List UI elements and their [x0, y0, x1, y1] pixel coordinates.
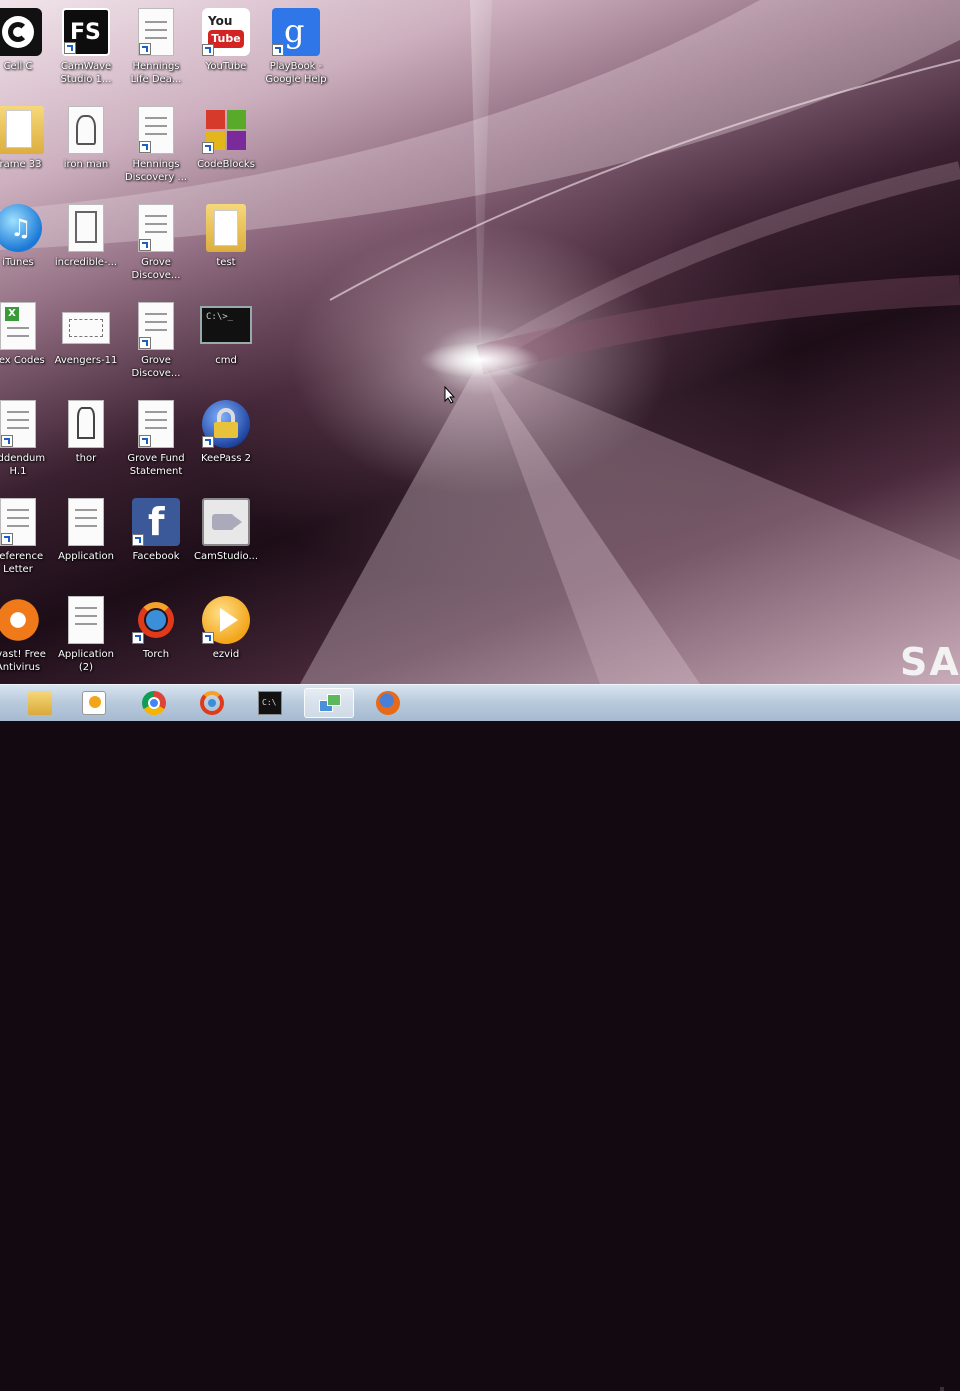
codeblocks-icon [202, 106, 250, 154]
shortcut-arrow-icon [139, 239, 151, 251]
desktop-icon-test[interactable]: test [190, 200, 262, 292]
icon-label: PlayBook - Google Help [265, 61, 327, 85]
document-icon [138, 106, 174, 154]
shortcut-arrow-icon [202, 436, 214, 448]
chrome-icon [142, 691, 166, 715]
shortcut-arrow-icon [202, 632, 214, 644]
desktop-icon-youtube[interactable]: You Tube YouTube [190, 4, 262, 96]
desktop-icon-application-2[interactable]: Application (2) [50, 592, 122, 684]
taskbar-torch[interactable] [188, 688, 238, 718]
desktop-icon-application[interactable]: Application [50, 494, 122, 586]
desktop-icon-hennings-discovery[interactable]: Hennings Discovery ... [120, 102, 192, 194]
document-icon [0, 498, 36, 546]
document-icon [138, 204, 174, 252]
desktop-icon-ezvid[interactable]: ezvid [190, 592, 262, 684]
desktop-icon-thor[interactable]: thor [50, 396, 122, 488]
youtube-icon: You Tube [202, 8, 250, 56]
shortcut-arrow-icon [1, 435, 13, 447]
camwave-studio-icon: FS [62, 8, 110, 56]
shortcut-arrow-icon [202, 44, 214, 56]
firefox-icon [376, 691, 400, 715]
desktop-icon-avengers-11[interactable]: Avengers-11 [50, 298, 122, 390]
image-file-icon [62, 312, 110, 344]
desktop-icon-hennings-life[interactable]: Hennings Life Dea... [120, 4, 192, 96]
shortcut-arrow-icon [202, 142, 214, 154]
folder-icon [206, 204, 246, 252]
shortcut-arrow-icon [139, 141, 151, 153]
shortcut-arrow-icon [139, 337, 151, 349]
itunes-icon: ♫ [0, 204, 42, 252]
desktop-icon-camwave-studio[interactable]: FS CamWave Studio 1... [50, 4, 122, 96]
icon-label: ezvid [212, 649, 240, 660]
icon-label: CodeBlocks [197, 159, 255, 170]
image-file-icon [68, 400, 104, 448]
desktop-icon-reference-letter[interactable]: Reference Letter [0, 494, 54, 586]
desktop-icon-playbook-google[interactable]: g PlayBook - Google Help [260, 4, 332, 96]
document-icon [138, 302, 174, 350]
desktop-icon-facebook[interactable]: f Facebook [120, 494, 192, 586]
image-file-icon [68, 106, 104, 154]
avast-icon [0, 596, 42, 644]
icon-label: cmd [215, 355, 237, 366]
desktop-icon-incredible[interactable]: incredible-... [50, 200, 122, 292]
taskbar-file-explorer[interactable] [16, 688, 66, 718]
spreadsheet-icon: X [0, 302, 36, 350]
shortcut-arrow-icon [132, 534, 144, 546]
desktop-icon-iron-man[interactable]: iron man [50, 102, 122, 194]
document-icon [138, 8, 174, 56]
desktop-icon-keepass[interactable]: KeePass 2 [190, 396, 262, 488]
facebook-icon: f [132, 498, 180, 546]
desktop-icon-codeblocks[interactable]: CodeBlocks [190, 102, 262, 194]
cell-c-icon [0, 8, 42, 56]
desktop-icon-torch[interactable]: Torch [120, 592, 192, 684]
document-icon [68, 596, 104, 644]
brand-watermark: SAM [900, 640, 960, 684]
taskbar-network-connection[interactable] [304, 688, 354, 718]
desktop-icon-frame-33[interactable]: Frame 33 [0, 102, 54, 194]
desktop-icon-grove-discovery-2[interactable]: Grove Discove... [120, 298, 192, 390]
taskbar-command-prompt[interactable]: C:\ [246, 688, 296, 718]
camstudio-icon [202, 498, 250, 546]
shortcut-arrow-icon [139, 435, 151, 447]
command-prompt-icon: C:\ [258, 691, 282, 715]
ezvid-icon [202, 596, 250, 644]
shortcut-arrow-icon [64, 42, 76, 54]
shortcut-arrow-icon [272, 44, 284, 56]
desktop-icon-cmd[interactable]: C:\>_ cmd [190, 298, 262, 390]
network-icon [317, 692, 341, 716]
taskbar-chrome[interactable] [130, 688, 180, 718]
shortcut-arrow-icon [132, 632, 144, 644]
desktop-icon-grove-discovery-1[interactable]: Grove Discove... [120, 200, 192, 292]
google-icon: g [272, 8, 320, 56]
image-file-icon [68, 204, 104, 252]
document-icon [138, 400, 174, 448]
torch-browser-icon [132, 596, 180, 644]
folder-icon [0, 106, 44, 154]
desktop-icon-itunes[interactable]: ♫ iTunes [0, 200, 54, 292]
keepass-lock-icon [202, 400, 250, 448]
desktop-icon-hex-codes[interactable]: X Hex Codes [0, 298, 54, 390]
shortcut-arrow-icon [1, 533, 13, 545]
media-player-icon [82, 691, 106, 715]
desktop-wallpaper[interactable]: Cell C FS CamWave Studio 1... Hennings L… [0, 0, 960, 684]
folder-icon [28, 691, 52, 715]
shortcut-arrow-icon [139, 43, 151, 55]
taskbar-firefox[interactable] [364, 688, 414, 718]
torch-browser-icon [200, 691, 224, 715]
desktop-icon-addendum[interactable]: Addendum H.1 [0, 396, 54, 488]
system-tray-indicator[interactable] [940, 1387, 944, 1391]
icon-label: test [216, 257, 236, 268]
command-prompt-icon: C:\>_ [200, 306, 252, 344]
icon-label: KeePass 2 [200, 453, 252, 464]
taskbar: C:\ [0, 684, 960, 1391]
mouse-cursor-icon [444, 386, 456, 404]
document-icon [0, 400, 36, 448]
desktop-icon-camstudio[interactable]: CamStudio... [190, 494, 262, 586]
desktop-icon-grove-fund-statement[interactable]: Grove Fund Statement [120, 396, 192, 488]
taskbar-media-player[interactable] [70, 688, 120, 718]
icon-label: CamStudio... [193, 551, 259, 562]
document-icon [68, 498, 104, 546]
